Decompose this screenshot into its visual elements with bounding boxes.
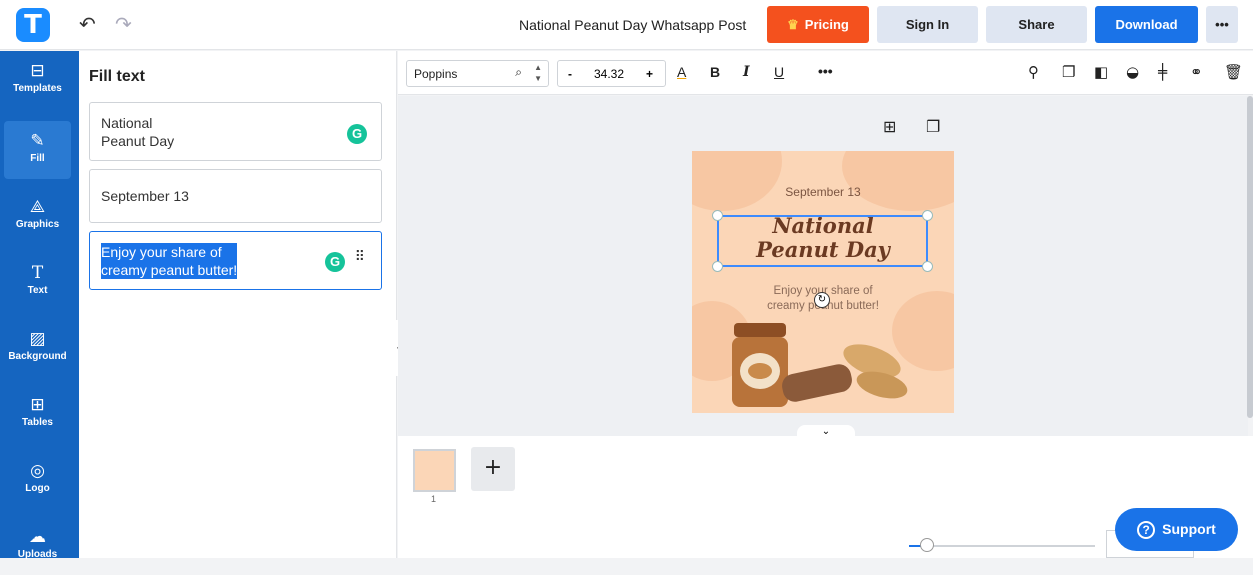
pricing-button[interactable]: ♛ Pricing <box>767 6 869 43</box>
rotate-handle-icon[interactable]: ↻ <box>814 292 830 308</box>
chevron-down-icon[interactable]: ⌄ <box>797 425 855 439</box>
increase-size-button[interactable]: + <box>646 67 653 81</box>
duplicate-page-icon[interactable]: ❐ <box>926 117 940 136</box>
table-icon: ⊞ <box>30 395 45 415</box>
sign-in-button[interactable]: Sign In <box>877 6 978 43</box>
sidebar-item-label: Uploads <box>17 549 58 560</box>
sidebar-item-label: Text <box>27 285 48 296</box>
sidebar-item-label: Fill <box>30 153 45 164</box>
download-button[interactable]: Download <box>1095 6 1198 43</box>
paint-format-icon[interactable]: ⚲ <box>1028 63 1039 81</box>
page-thumbnail[interactable] <box>413 449 456 492</box>
sidebar-item-templates[interactable]: ⊟ Templates <box>4 51 71 109</box>
decrease-size-button[interactable]: - <box>568 67 572 81</box>
resize-handle[interactable] <box>712 261 723 272</box>
grammarly-icon[interactable]: G <box>325 252 345 272</box>
pricing-label: Pricing <box>804 17 849 32</box>
font-size-stepper: - 34.32 + <box>557 60 666 87</box>
undo-icon[interactable]: ↶ <box>79 12 96 36</box>
zoom-slider-knob[interactable] <box>920 538 934 552</box>
sidebar-item-label: Logo <box>25 483 50 494</box>
page-number: 1 <box>431 494 437 504</box>
app-logo[interactable]: T <box>16 8 50 42</box>
stepper-arrows-icon[interactable]: ▲ ▼ <box>534 62 542 84</box>
pencil-icon: ✎ <box>30 131 45 151</box>
text-field-value: September 13 <box>101 188 189 204</box>
sidebar-item-label: Graphics <box>15 219 60 230</box>
align-icon[interactable]: ╪ <box>1158 63 1167 81</box>
fill-text-panel: Fill text National Peanut Day G Septembe… <box>79 51 397 558</box>
resize-handle[interactable] <box>922 261 933 272</box>
link-icon[interactable]: ⚭ <box>1190 63 1203 81</box>
font-family-value: Poppins <box>414 67 458 81</box>
shapes-icon: ⟁ <box>29 197 46 217</box>
help-icon: ? <box>1137 521 1156 539</box>
decorative-blob <box>842 151 954 211</box>
design-canvas[interactable]: September 13 National Peanut Day Enjoy y… <box>692 151 954 413</box>
templates-icon: ⊟ <box>30 61 45 81</box>
more-options-button[interactable]: ••• <box>1206 6 1238 43</box>
bold-button[interactable]: B <box>710 64 720 80</box>
sidebar-item-text[interactable]: T Text <box>4 253 71 311</box>
panel-title: Fill text <box>89 68 146 85</box>
resize-handle[interactable] <box>922 210 933 221</box>
text-field-value-selected: Enjoy your share of creamy peanut butter… <box>101 243 238 279</box>
peanut-butter-illustration <box>732 323 908 407</box>
top-bar: T ↶ ↷ National Peanut Day Whatsapp Post … <box>0 0 1253 50</box>
background-icon: ▨ <box>29 329 46 349</box>
sidebar-item-label: Background <box>8 351 67 362</box>
zoom-slider[interactable] <box>909 545 1095 547</box>
design-date-text[interactable]: September 13 <box>692 185 954 199</box>
layer-icon[interactable]: ◧ <box>1094 63 1108 81</box>
text-field-value: National Peanut Day <box>101 115 175 149</box>
left-sidebar: ⊟ Templates ✎ Fill ⟁ Graphics T Text ▨ Backgr… <box>0 51 79 560</box>
upload-icon: ☁ <box>29 527 46 547</box>
more-text-options-button[interactable]: ••• <box>818 63 833 79</box>
redo-icon[interactable]: ↷ <box>115 12 132 36</box>
vertical-scrollbar[interactable] <box>1247 96 1253 418</box>
sidebar-item-label: Tables <box>22 417 53 428</box>
sidebar-item-uploads[interactable]: ☁ Uploads <box>4 517 71 575</box>
text-field-date[interactable]: September 13 <box>89 169 382 223</box>
sidebar-item-graphics[interactable]: ⟁ Graphics <box>4 187 71 245</box>
italic-button[interactable]: I <box>743 64 750 80</box>
text-color-icon[interactable]: A <box>677 64 686 80</box>
add-page-icon[interactable]: ⊞ <box>883 117 896 136</box>
text-field-title[interactable]: National Peanut Day G <box>89 102 382 161</box>
font-family-select[interactable]: Poppins ⌕ ▲ ▼ <box>406 60 549 87</box>
search-icon: ⌕ <box>515 65 522 79</box>
support-label: Support <box>1162 521 1216 537</box>
font-size-value[interactable]: 34.32 <box>594 67 624 81</box>
text-icon: T <box>31 263 44 283</box>
sidebar-item-background[interactable]: ▨ Background <box>4 319 71 377</box>
selection-box[interactable] <box>717 215 928 267</box>
support-button[interactable]: ? Support <box>1115 508 1238 551</box>
format-toolbar: Poppins ⌕ ▲ ▼ - 34.32 + A B I U ••• ⚲ ❐ ◧… <box>398 51 1253 95</box>
sidebar-item-tables[interactable]: ⊞ Tables <box>4 385 71 443</box>
copy-icon[interactable]: ❐ <box>1062 63 1075 81</box>
opacity-icon[interactable]: ◒ <box>1126 63 1139 81</box>
text-field-body[interactable]: Enjoy your share of creamy peanut butter… <box>89 231 382 290</box>
trash-icon[interactable]: 🗑 <box>1224 63 1243 81</box>
grammarly-icon[interactable]: G <box>347 124 367 144</box>
crown-icon: ♛ <box>787 17 799 32</box>
sidebar-item-fill[interactable]: ✎ Fill <box>4 121 71 179</box>
decorative-blob <box>692 151 782 211</box>
sidebar-item-logo[interactable]: ◎ Logo <box>4 451 71 509</box>
resize-handle[interactable] <box>712 210 723 221</box>
sidebar-item-label: Templates <box>13 83 62 94</box>
drag-handle-icon[interactable]: ⠿ <box>355 248 365 266</box>
share-button[interactable]: Share <box>986 6 1087 43</box>
underline-button[interactable]: U <box>774 64 784 80</box>
document-title[interactable]: National Peanut Day Whatsapp Post <box>519 17 746 33</box>
add-page-button[interactable]: + <box>471 447 515 491</box>
logo-icon: ◎ <box>30 461 45 481</box>
